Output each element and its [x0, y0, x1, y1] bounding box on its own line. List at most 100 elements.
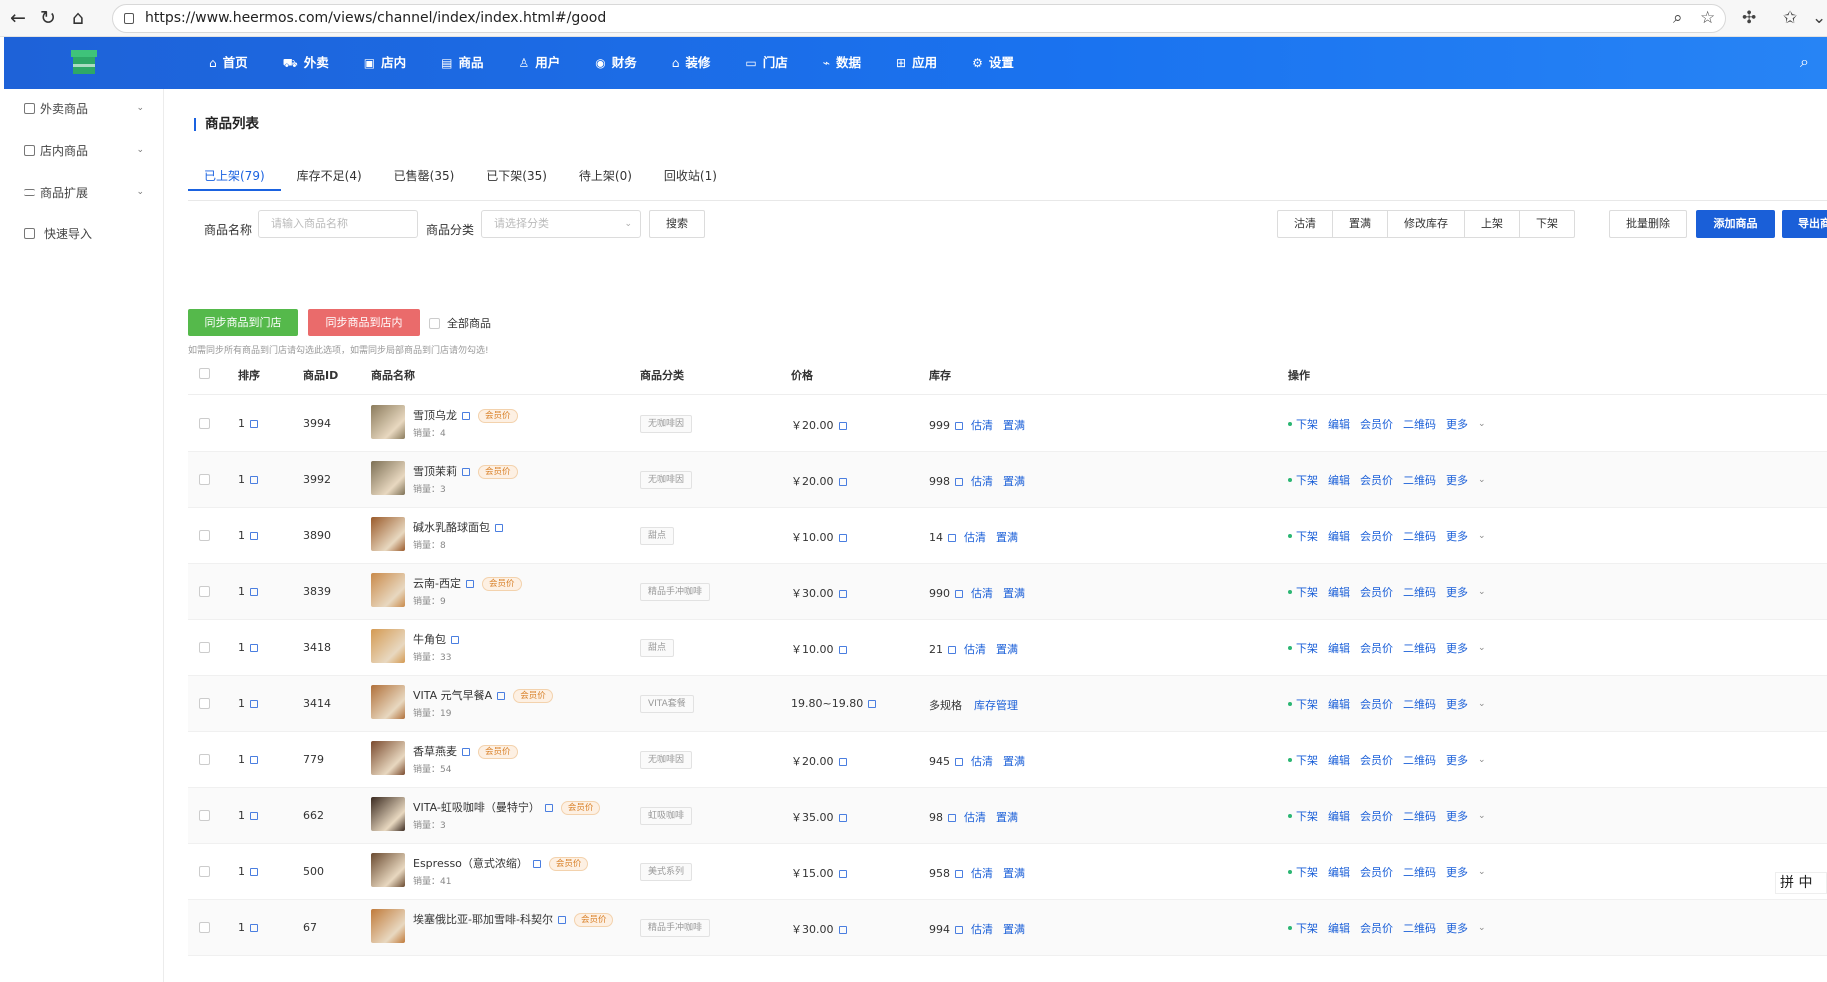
- row-action-2[interactable]: 会员价: [1360, 920, 1393, 936]
- row-checkbox[interactable]: [199, 810, 210, 821]
- export-button[interactable]: 导出商: [1782, 210, 1827, 238]
- nav-item-9[interactable]: ⊞ 应用: [896, 37, 937, 89]
- row-action-2[interactable]: 会员价: [1360, 640, 1393, 656]
- edit-icon[interactable]: [250, 588, 258, 596]
- row-checkbox[interactable]: [199, 418, 210, 429]
- row-action-4[interactable]: 更多: [1446, 528, 1468, 544]
- edit-icon[interactable]: [250, 476, 258, 484]
- nav-item-0[interactable]: ⌂ 首页: [209, 37, 248, 89]
- row-checkbox[interactable]: [199, 754, 210, 765]
- sell-out-link[interactable]: 估清: [971, 923, 993, 936]
- nav-item-7[interactable]: ▭ 门店: [745, 37, 787, 89]
- sidebar-item-takeout-products[interactable]: 外卖商品 ⌄: [24, 98, 144, 118]
- sync-to-inside-button[interactable]: 同步商品到店内: [308, 309, 420, 336]
- search-button[interactable]: 搜索: [649, 210, 705, 238]
- chevron-down-icon[interactable]: ⌄: [1478, 643, 1486, 653]
- row-action-3[interactable]: 二维码: [1403, 472, 1436, 488]
- product-name-input[interactable]: 请输入商品名称: [258, 210, 418, 238]
- chevron-down-icon[interactable]: ⌄: [1478, 867, 1486, 877]
- sidebar-item-product-extension[interactable]: 商品扩展 ⌄: [24, 182, 144, 202]
- row-checkbox[interactable]: [199, 698, 210, 709]
- row-action-0[interactable]: 下架: [1296, 808, 1318, 824]
- edit-icon[interactable]: [838, 590, 847, 598]
- row-action-2[interactable]: 会员价: [1360, 752, 1393, 768]
- tab-5[interactable]: 回收站(1): [648, 165, 733, 191]
- edit-icon[interactable]: [544, 804, 553, 812]
- edit-icon[interactable]: [838, 478, 847, 486]
- edit-icon[interactable]: [838, 814, 847, 822]
- row-action-3[interactable]: 二维码: [1403, 864, 1436, 880]
- row-action-1[interactable]: 编辑: [1328, 472, 1350, 488]
- edit-icon[interactable]: [955, 758, 963, 766]
- row-action-4[interactable]: 更多: [1446, 584, 1468, 600]
- edit-icon[interactable]: [250, 700, 258, 708]
- row-action-3[interactable]: 二维码: [1403, 808, 1436, 824]
- edit-icon[interactable]: [462, 748, 470, 756]
- row-action-0[interactable]: 下架: [1296, 640, 1318, 656]
- stock-manage-link[interactable]: 库存管理: [974, 699, 1018, 712]
- edit-icon[interactable]: [838, 422, 847, 430]
- edit-icon[interactable]: [948, 646, 956, 654]
- nav-item-4[interactable]: ♙ 用户: [518, 37, 560, 89]
- edit-icon[interactable]: [948, 534, 956, 542]
- row-action-1[interactable]: 编辑: [1328, 640, 1350, 656]
- nav-item-3[interactable]: ▤ 商品: [441, 37, 483, 89]
- edit-icon[interactable]: [250, 756, 258, 764]
- row-action-3[interactable]: 二维码: [1403, 584, 1436, 600]
- search-icon[interactable]: ⌕: [1800, 52, 1809, 72]
- chevron-down-icon[interactable]: ⌄: [1478, 587, 1486, 597]
- edit-icon[interactable]: [250, 644, 258, 652]
- edit-icon[interactable]: [868, 700, 877, 708]
- row-checkbox[interactable]: [199, 866, 210, 877]
- sell-out-link[interactable]: 估清: [964, 811, 986, 824]
- tab-2[interactable]: 已售罄(35): [378, 165, 471, 191]
- tab-4[interactable]: 待上架(0): [563, 165, 648, 191]
- add-product-button[interactable]: 添加商品: [1696, 210, 1775, 238]
- row-action-4[interactable]: 更多: [1446, 640, 1468, 656]
- nav-item-8[interactable]: ⌁ 数据: [823, 37, 861, 89]
- nav-item-6[interactable]: ⌂ 装修: [672, 37, 711, 89]
- chevron-down-icon[interactable]: ⌄: [1478, 419, 1486, 429]
- edit-icon[interactable]: [462, 468, 470, 476]
- fill-stock-link[interactable]: 置满: [996, 531, 1018, 544]
- bulk-action-button[interactable]: 修改库存: [1388, 211, 1465, 237]
- row-action-0[interactable]: 下架: [1296, 864, 1318, 880]
- row-action-2[interactable]: 会员价: [1360, 416, 1393, 432]
- row-checkbox[interactable]: [199, 474, 210, 485]
- sell-out-link[interactable]: 估清: [971, 419, 993, 432]
- row-action-1[interactable]: 编辑: [1328, 528, 1350, 544]
- row-action-3[interactable]: 二维码: [1403, 696, 1436, 712]
- row-action-3[interactable]: 二维码: [1403, 528, 1436, 544]
- fill-stock-link[interactable]: 置满: [1003, 475, 1025, 488]
- edit-icon[interactable]: [955, 590, 963, 598]
- tab-3[interactable]: 已下架(35): [470, 165, 563, 191]
- row-action-3[interactable]: 二维码: [1403, 920, 1436, 936]
- sell-out-link[interactable]: 估清: [964, 643, 986, 656]
- fill-stock-link[interactable]: 置满: [996, 643, 1018, 656]
- row-action-4[interactable]: 更多: [1446, 416, 1468, 432]
- edit-icon[interactable]: [557, 916, 566, 924]
- edit-icon[interactable]: [250, 420, 258, 428]
- edit-icon[interactable]: [451, 636, 459, 644]
- sell-out-link[interactable]: 估清: [971, 867, 993, 880]
- batch-delete-button[interactable]: 批量删除: [1609, 210, 1687, 238]
- edit-icon[interactable]: [532, 860, 541, 868]
- row-action-4[interactable]: 更多: [1446, 864, 1468, 880]
- sell-out-link[interactable]: 估清: [971, 587, 993, 600]
- row-action-2[interactable]: 会员价: [1360, 584, 1393, 600]
- bulk-action-button[interactable]: 沽清: [1278, 211, 1333, 237]
- back-icon[interactable]: ←: [6, 6, 30, 30]
- bulk-action-button[interactable]: 下架: [1520, 211, 1574, 237]
- row-action-4[interactable]: 更多: [1446, 808, 1468, 824]
- row-action-3[interactable]: 二维码: [1403, 752, 1436, 768]
- tab-0[interactable]: 已上架(79): [188, 165, 281, 191]
- extensions-icon[interactable]: ✣: [1742, 6, 1756, 30]
- row-action-0[interactable]: 下架: [1296, 920, 1318, 936]
- row-action-4[interactable]: 更多: [1446, 920, 1468, 936]
- fill-stock-link[interactable]: 置满: [1003, 419, 1025, 432]
- fill-stock-link[interactable]: 置满: [1003, 587, 1025, 600]
- row-action-0[interactable]: 下架: [1296, 696, 1318, 712]
- row-action-1[interactable]: 编辑: [1328, 416, 1350, 432]
- row-action-4[interactable]: 更多: [1446, 696, 1468, 712]
- nav-item-5[interactable]: ◉ 财务: [595, 37, 637, 89]
